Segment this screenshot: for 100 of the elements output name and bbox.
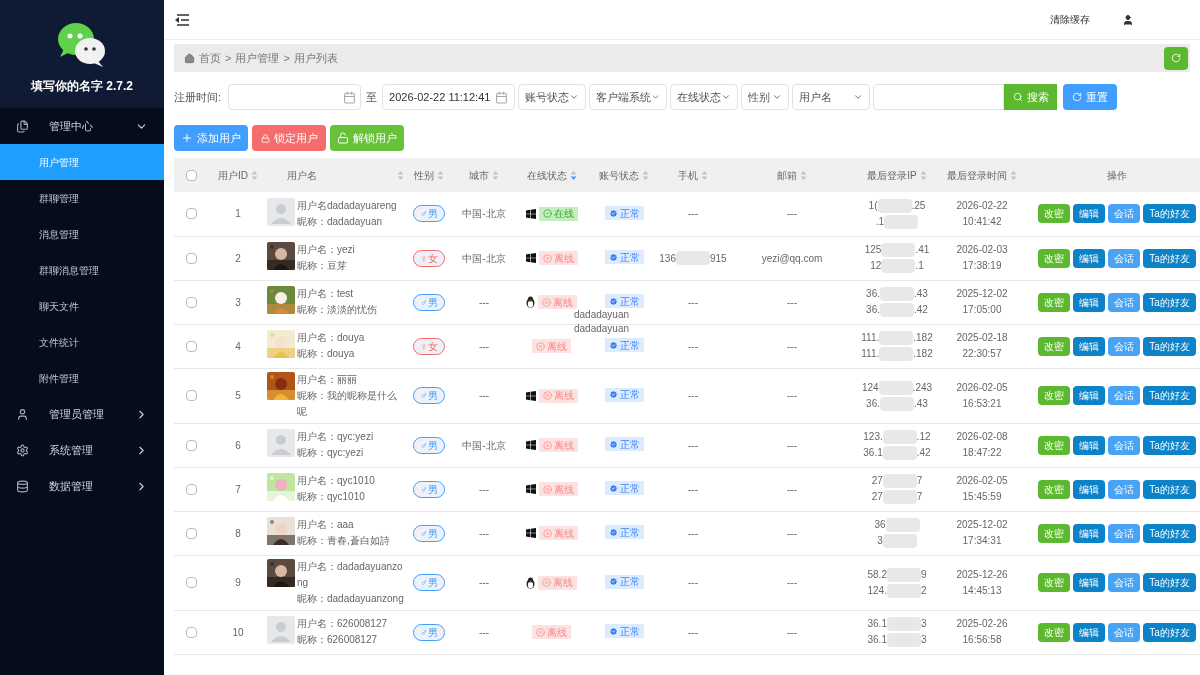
- column-header[interactable]: 用户ID: [218, 167, 248, 183]
- date-field[interactable]: [228, 84, 362, 110]
- row-action-button[interactable]: 改密: [1038, 336, 1071, 356]
- checkbox[interactable]: [186, 577, 197, 588]
- checkbox[interactable]: [186, 208, 197, 220]
- row-action-button[interactable]: 会话: [1108, 573, 1141, 592]
- refresh-button[interactable]: [1164, 46, 1188, 70]
- sort-icon[interactable]: [1010, 169, 1017, 181]
- row-action-button[interactable]: 编辑: [1073, 435, 1106, 455]
- row-action-button[interactable]: 会话: [1108, 523, 1141, 543]
- row-action-button[interactable]: 改密: [1038, 479, 1071, 499]
- row-action-button[interactable]: 会话: [1108, 336, 1141, 356]
- submenu-item[interactable]: 群聊消息管理: [0, 252, 164, 288]
- row-action-button[interactable]: Ta的好友: [1143, 336, 1196, 356]
- menu-item[interactable]: 系统管理: [0, 432, 164, 468]
- column-header[interactable]: 邮箱: [777, 167, 797, 183]
- row-action-button[interactable]: Ta的好友: [1143, 479, 1196, 499]
- submenu-item[interactable]: 群聊管理: [0, 180, 164, 216]
- select-field[interactable]: 客户端系统: [589, 84, 668, 110]
- row-action-button[interactable]: 编辑: [1073, 248, 1106, 268]
- checkbox[interactable]: [186, 252, 197, 264]
- menu-item[interactable]: 数据管理: [0, 468, 164, 504]
- row-action-button[interactable]: 编辑: [1073, 573, 1106, 592]
- checkbox[interactable]: [186, 527, 197, 539]
- sort-icon[interactable]: [800, 169, 807, 181]
- row-action-button[interactable]: 改密: [1038, 622, 1071, 642]
- row-action-button[interactable]: Ta的好友: [1143, 523, 1196, 543]
- sort-icon[interactable]: [397, 169, 404, 181]
- column-header[interactable]: 最后登录IP: [867, 167, 917, 183]
- row-action-button[interactable]: 改密: [1038, 573, 1071, 592]
- row-action-button[interactable]: 会话: [1108, 204, 1141, 224]
- sort-icon[interactable]: [569, 169, 577, 181]
- row-action-button[interactable]: 会话: [1108, 435, 1141, 455]
- column-header[interactable]: 城市: [469, 167, 489, 183]
- row-action-button[interactable]: 编辑: [1073, 386, 1106, 405]
- column-header[interactable]: 性别: [414, 167, 434, 183]
- menu-item[interactable]: 管理员管理: [0, 396, 164, 432]
- checkbox[interactable]: [186, 390, 197, 401]
- column-header[interactable]: 最后登录时间: [947, 167, 1007, 183]
- menu-item[interactable]: 管理中心: [0, 108, 164, 144]
- toolbar-button[interactable]: 添加用户: [174, 125, 248, 151]
- clear-cache-link[interactable]: 清除缓存: [1050, 12, 1090, 27]
- row-action-button[interactable]: 改密: [1038, 292, 1071, 312]
- breadcrumb-item[interactable]: 首页: [199, 49, 221, 67]
- select-field[interactable]: 性别: [741, 84, 790, 110]
- search-field[interactable]: [873, 84, 1005, 110]
- column-header[interactable]: 账号状态: [599, 167, 639, 183]
- select-field[interactable]: 在线状态: [670, 84, 739, 110]
- row-action-button[interactable]: 编辑: [1073, 336, 1106, 356]
- row-action-button[interactable]: 编辑: [1073, 479, 1106, 499]
- row-action-button[interactable]: 会话: [1108, 292, 1141, 312]
- date-field[interactable]: 2026-02-22 11:12:41: [382, 84, 516, 110]
- checkbox[interactable]: [186, 296, 197, 308]
- toolbar-button[interactable]: 解锁用户: [330, 125, 404, 151]
- checkbox[interactable]: [186, 169, 197, 181]
- menu-icon[interactable]: [174, 13, 190, 26]
- sort-icon[interactable]: [919, 169, 927, 181]
- search-button[interactable]: 搜索: [1004, 84, 1058, 110]
- row-action-button[interactable]: 编辑: [1073, 523, 1106, 543]
- row-action-button[interactable]: Ta的好友: [1143, 248, 1196, 268]
- row-action-button[interactable]: Ta的好友: [1143, 292, 1196, 312]
- checkbox[interactable]: [186, 340, 197, 352]
- select-field[interactable]: 用户名: [792, 84, 871, 110]
- sort-icon[interactable]: [251, 169, 258, 181]
- column-header[interactable]: 手机: [678, 167, 698, 183]
- row-action-button[interactable]: Ta的好友: [1143, 386, 1196, 405]
- toolbar-button[interactable]: 锁定用户: [252, 125, 326, 151]
- sort-icon[interactable]: [642, 169, 649, 181]
- column-header[interactable]: 在线状态: [526, 167, 567, 183]
- row-action-button[interactable]: 改密: [1038, 523, 1071, 543]
- row-action-button[interactable]: 编辑: [1073, 204, 1106, 224]
- checkbox[interactable]: [186, 483, 197, 495]
- column-header[interactable]: 用户名: [267, 167, 317, 183]
- row-action-button[interactable]: 改密: [1038, 435, 1071, 455]
- breadcrumb-item[interactable]: 用户列表: [293, 49, 338, 67]
- row-action-button[interactable]: 会话: [1108, 622, 1141, 642]
- submenu-item[interactable]: 消息管理: [0, 216, 164, 252]
- sort-icon[interactable]: [437, 169, 444, 181]
- user-icon[interactable]: [1122, 13, 1134, 26]
- row-action-button[interactable]: 改密: [1038, 248, 1071, 268]
- select-field[interactable]: 账号状态: [518, 84, 587, 110]
- submenu-item[interactable]: 附件管理: [0, 360, 164, 396]
- submenu-item[interactable]: 用户管理: [0, 144, 164, 180]
- row-action-button[interactable]: 会话: [1108, 248, 1141, 268]
- row-action-button[interactable]: 改密: [1038, 204, 1071, 224]
- home-icon[interactable]: [184, 52, 195, 64]
- row-action-button[interactable]: 改密: [1038, 386, 1071, 405]
- sort-icon[interactable]: [701, 169, 708, 181]
- submenu-item[interactable]: 文件统计: [0, 324, 164, 360]
- row-action-button[interactable]: 编辑: [1073, 292, 1106, 312]
- row-action-button[interactable]: 编辑: [1073, 622, 1106, 642]
- checkbox[interactable]: [186, 626, 197, 638]
- row-action-button[interactable]: Ta的好友: [1143, 204, 1196, 224]
- row-action-button[interactable]: 会话: [1108, 479, 1141, 499]
- submenu-item[interactable]: 聊天文件: [0, 288, 164, 324]
- reset-button[interactable]: 重置: [1063, 84, 1118, 110]
- sort-icon[interactable]: [492, 169, 499, 181]
- row-action-button[interactable]: Ta的好友: [1143, 435, 1196, 455]
- checkbox[interactable]: [186, 439, 197, 451]
- row-action-button[interactable]: Ta的好友: [1143, 622, 1196, 642]
